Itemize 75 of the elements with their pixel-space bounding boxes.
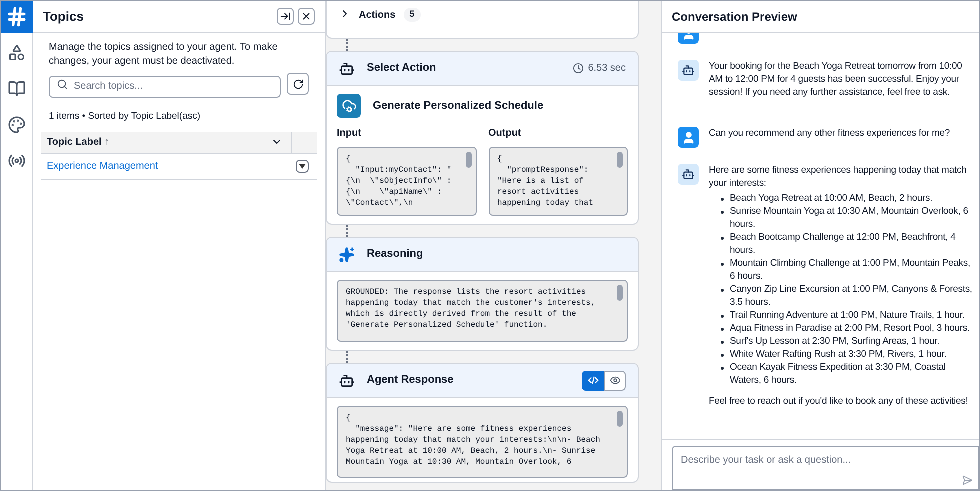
shapes-icon [8, 44, 26, 62]
count-badge: 5 [404, 8, 421, 22]
scrollbar-thumb[interactable] [617, 411, 623, 427]
pane-label: Input [337, 127, 362, 141]
bullet-icon [721, 340, 724, 344]
card-title: Select Action [367, 61, 436, 76]
action-name: Generate Personalized Schedule [373, 98, 544, 114]
agent-avatar [678, 60, 699, 81]
clock-icon [573, 63, 584, 74]
code-text: { "Input:myContact": " {\n \"sObjectInfo\" : {\n \"apiName\" : \"Contact\",\n [346, 154, 452, 209]
close-button[interactable] [298, 8, 315, 25]
dock-button[interactable] [277, 8, 294, 25]
bullet-icon [721, 262, 724, 266]
message-text: Can you recommend any other fitness experiences for me? [709, 127, 950, 140]
refresh-button[interactable] [287, 73, 309, 95]
list-item: Aqua Fitness in Paradise at 2:00 PM, Resort Pool, 3 hours. [730, 322, 970, 335]
send-icon [962, 475, 973, 486]
list-summary: 1 items • Sorted by Topic Label(asc) [48, 110, 202, 124]
signal-icon [8, 152, 26, 170]
eye-icon [610, 375, 620, 386]
palette-icon [8, 116, 26, 134]
close-icon [301, 11, 312, 22]
list-item: Sunrise Mountain Yoga at 10:30 AM, Mountain Overlook, 6 hours. [730, 205, 970, 231]
bullet-icon [721, 354, 724, 356]
scrollbar-thumb[interactable] [617, 285, 623, 301]
message-field[interactable]: Describe your task or ask a question... [672, 446, 979, 490]
code-text: GROUNDED: The response lists the resort activities happening today that match the customer's interests, which is directly derived from the result of the 'Generate Personalized Schedule' function. [346, 287, 596, 331]
list-item: Beach Bootcamp Challenge at 12:00 PM, Beachfront, 4 hours. [730, 231, 957, 257]
message-text: Here are some fitness experiences happening today that match your interests: [709, 164, 968, 190]
sparkles-icon [339, 246, 355, 262]
duration: 6.53 sec [573, 61, 626, 76]
bullet-icon [721, 314, 724, 318]
scrollbar-thumb[interactable] [617, 152, 623, 168]
pane-label: Output [488, 127, 522, 141]
agent-icon [339, 60, 355, 76]
panel-title: Topics [43, 8, 84, 26]
agent-avatar [678, 164, 699, 185]
bullet-icon [721, 198, 724, 200]
bullet-icon [721, 366, 724, 370]
code-text: { "promptResponse": "Here is a list of resort activities happening today that [498, 154, 594, 209]
card-title: Reasoning [367, 247, 424, 262]
scrollbar-thumb[interactable] [466, 152, 472, 168]
search-field[interactable]: Search topics... [49, 76, 281, 98]
bullet-icon [721, 236, 724, 240]
list-item: White Water Rafting Rush at 3:30 PM, Rivers, 1 hour. [730, 348, 947, 361]
code-icon [588, 375, 598, 386]
book-icon [8, 80, 26, 98]
list-item: Ocean Kayak Fitness Expedition at 3:30 PM, Coastal Waters, 6 hours. [730, 361, 947, 387]
search-icon [57, 78, 68, 90]
row-menu-button[interactable] [296, 160, 309, 173]
list-item: Beach Yoga Retreat at 10:00 AM, Beach, 2 hours. [730, 192, 933, 205]
bullet-icon [721, 288, 724, 292]
list-item: Trail Running Adventure at 1:00 PM, Nature Trails, 1 hour. [730, 309, 965, 322]
dock-icon [280, 11, 291, 22]
message-text: Feel free to reach out if you'd like to book any of these activities! [709, 395, 970, 408]
panel-description: Manage the topics assigned to your agent. To make changes, your agent must be deactivated. [48, 41, 279, 69]
hash-icon [6, 6, 28, 28]
list-item: Mountain Climbing Challenge at 1:00 PM, Mountain Peaks, 6 hours. [730, 257, 972, 283]
bullet-icon [721, 328, 724, 330]
panel-title: Conversation Preview [672, 8, 798, 26]
user-avatar [678, 127, 699, 148]
list-item: Surf's Up Lesson at 2:30 PM, Surfing Areas, 1 hour. [730, 335, 940, 348]
list-item: Canyon Zip Line Excursion at 1:00 PM, Canyons & Forests, 3.5 hours. [730, 283, 974, 309]
action-icon [337, 94, 361, 118]
card-title: Agent Response [367, 373, 454, 388]
preview-button[interactable] [604, 370, 626, 390]
topic-link[interactable]: Experience Management [41, 158, 296, 174]
code-view-button[interactable] [582, 370, 604, 390]
message-text: Your booking for the Beach Yoga Retreat tomorrow from 10:00 AM to 12:00 PM for 4 guests has been successful. Enjoy your session! If you need any further assistance, feel free to ask. [709, 60, 964, 99]
agent-icon [339, 372, 355, 388]
bullet-icon [721, 210, 724, 214]
section-label: Actions [359, 9, 396, 23]
caret-icon [299, 164, 306, 169]
refresh-icon [292, 78, 304, 90]
code-text: { "message": "Here are some fitness experiences happening today that match your interests:\n\n- Beach Yoga Retreat at 10:00 AM, Beach, 2 hours.\n- Sunrise Mountain Yoga at 10:30 AM, Mountain Overlook, 6 [346, 413, 600, 468]
